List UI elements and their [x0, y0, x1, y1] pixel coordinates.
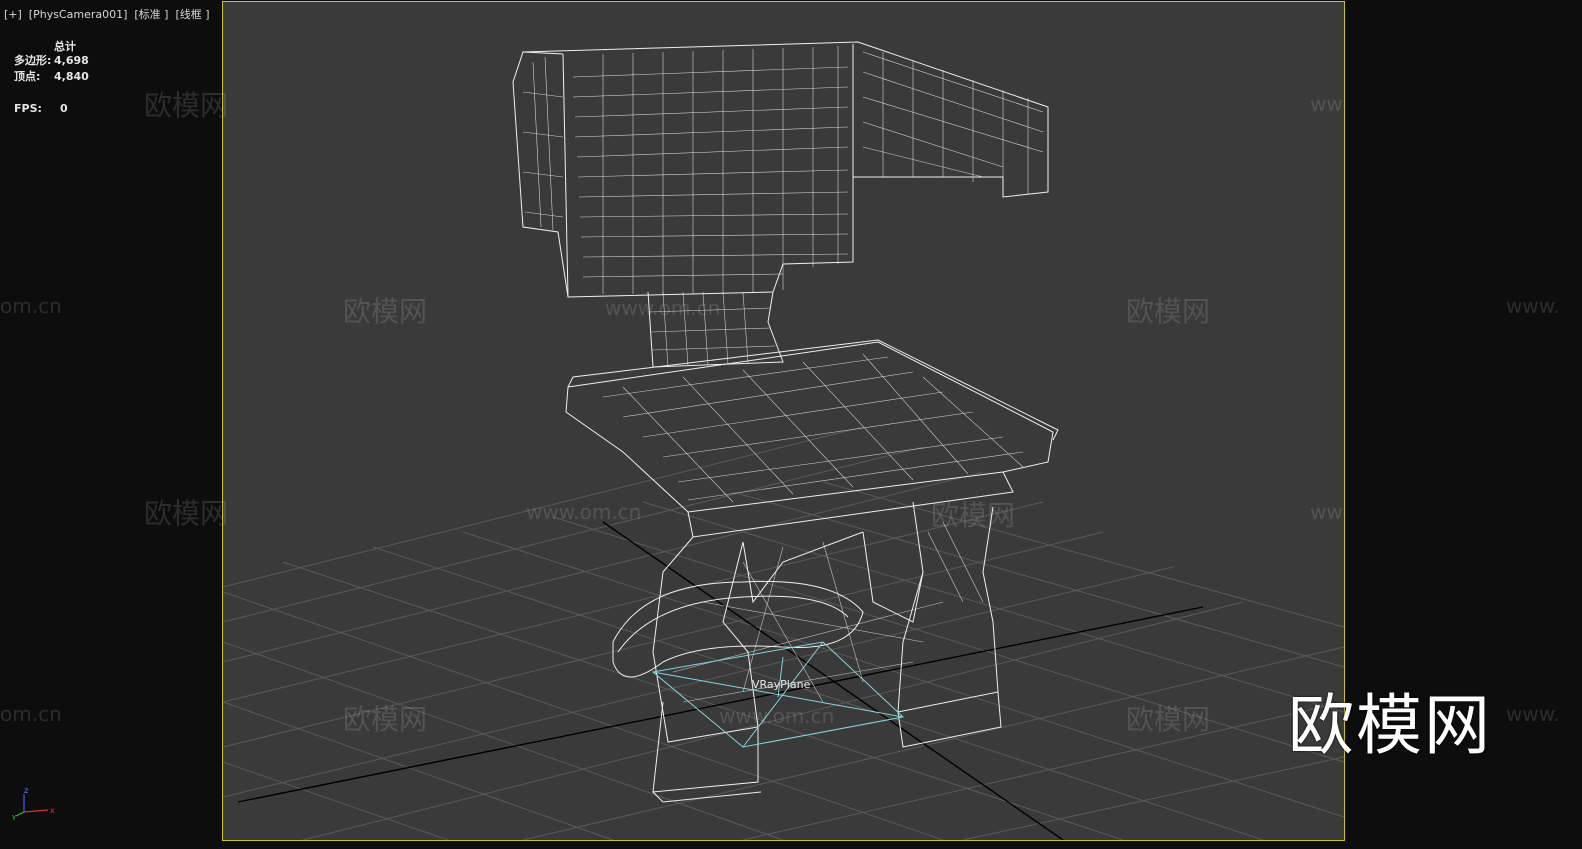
vrayplane-label[interactable]: VRayPlane: [752, 678, 810, 691]
vrayplane-helper: [651, 641, 905, 748]
fps-label: FPS:: [14, 101, 42, 115]
watermark-url: om.cn: [0, 294, 62, 318]
grid-axis-y: [602, 521, 1064, 840]
watermark-cn: 欧模网: [144, 89, 229, 122]
vertices-value: 4,840: [54, 69, 89, 83]
watermark-url: www.om.cn: [526, 500, 642, 524]
gizmo-z-label: z: [24, 786, 28, 795]
brand-watermark: 欧模网: [1288, 687, 1492, 764]
watermark-url: www.: [1506, 294, 1560, 318]
gizmo-x-label: x: [50, 806, 55, 815]
stats-polygons-row: 多边形: 4,698: [14, 52, 89, 68]
fps-value: 0: [60, 101, 68, 115]
polygons-label: 多边形:: [14, 54, 52, 67]
stats-panel: 总计 多边形: 4,698 顶点: 4,840 FPS: 0: [14, 38, 89, 116]
stats-header: 总计: [54, 40, 76, 53]
watermark-url: www.om.cn: [1310, 92, 1344, 116]
stats-vertices-row: 顶点: 4,840: [14, 68, 89, 84]
watermark-cn: 欧模网: [1126, 295, 1211, 328]
vertices-label: 顶点:: [14, 70, 41, 83]
polygons-value: 4,698: [54, 53, 89, 67]
watermark-url: www.om.cn: [1310, 500, 1344, 524]
watermark-url: www.: [1506, 702, 1560, 726]
watermark-cn: 欧模网: [144, 497, 229, 530]
gizmo-y-label: y: [12, 813, 16, 820]
watermark-cn: 欧模网: [343, 295, 428, 328]
axis-gizmo: z x y: [12, 786, 55, 820]
grid-floor: [223, 426, 1344, 840]
watermark-cn: 欧模网: [343, 703, 428, 736]
stats-fps-row: FPS: 0: [14, 100, 89, 116]
watermark-url: www.om.cn: [605, 296, 721, 320]
viewport[interactable]: [+] [PhysCamera001] [标准 ] [线框 ] 总计 多边形: …: [0, 0, 1582, 849]
viewport-label[interactable]: [+] [PhysCamera001] [标准 ] [线框 ]: [4, 6, 210, 22]
watermark-url: www.om.cn: [719, 704, 835, 728]
camera-safe-frame[interactable]: 欧模网 www.om.cn 欧模网 www.om.cn www.om.cn 欧模…: [222, 1, 1345, 841]
watermark-cn: 欧模网: [931, 499, 1016, 532]
watermark-url: om.cn: [0, 702, 62, 726]
watermark-cn: 欧模网: [1126, 703, 1211, 736]
